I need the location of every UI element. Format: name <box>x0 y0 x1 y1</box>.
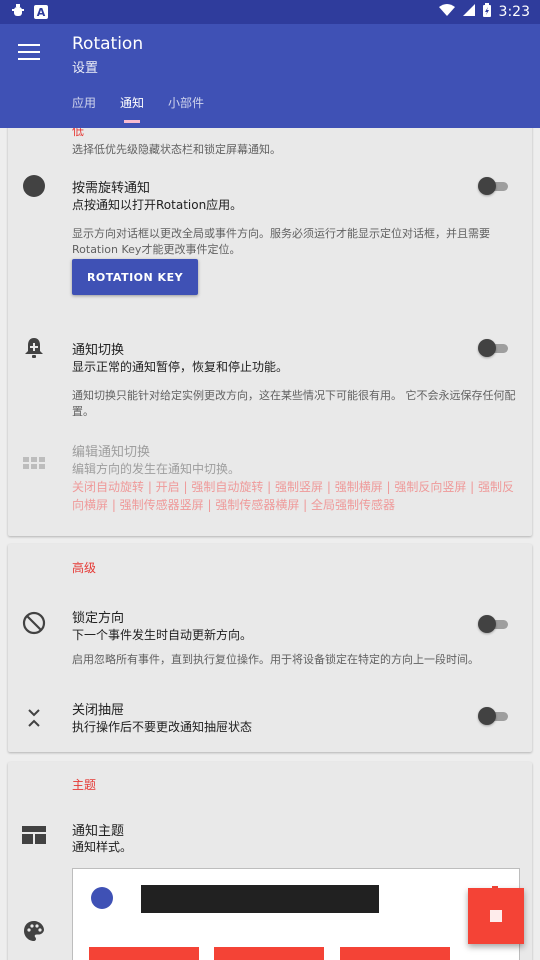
lock-orientation-desc: 启用忽略所有事件，直到执行复位操作。用于将设备锁定在特定的方向上一段时间。 <box>72 653 479 666</box>
app-title: Rotation <box>72 34 144 54</box>
section-label-low: 低 <box>72 128 85 138</box>
stop-service-button[interactable] <box>468 888 524 944</box>
tab-bar: 应用 通知 小部件 <box>72 94 204 123</box>
tab-apps[interactable]: 应用 <box>72 94 96 117</box>
notification-theme-title: 通知主题 <box>72 824 125 839</box>
theme-preview[interactable] <box>72 868 520 960</box>
rotate-notification-desc: 显示方向对话框以更改全局或事件方向。服务必须运行才能显示定位对话框，并且需要Ro… <box>72 227 490 256</box>
clock-time: 3:23 <box>498 4 530 20</box>
status-bar: A 3:23 <box>0 0 540 24</box>
palette-icon[interactable] <box>20 917 48 945</box>
preview-dot <box>91 887 113 909</box>
signal-icon <box>462 4 475 20</box>
preview-action-1 <box>89 947 199 960</box>
rotate-notification-toggle[interactable] <box>478 177 508 195</box>
notification-toggle-desc: 通知切换只能针对给定实例更改方向，这在某些情况下可能很有用。 它不会永远保存任何… <box>72 389 516 418</box>
rotate-notification-title: 按需旋转通知 <box>72 181 151 196</box>
close-drawer-toggle[interactable] <box>478 707 508 725</box>
a-box-icon: A <box>34 5 48 19</box>
preview-title-bar <box>141 885 379 913</box>
notification-theme-subtitle: 通知样式。 <box>72 840 133 854</box>
notification-toggle-switch[interactable] <box>478 339 508 357</box>
battery-icon <box>482 3 491 21</box>
rotate-notification-subtitle: 点按通知以打开Rotation应用。 <box>72 198 243 212</box>
grid-icon <box>20 452 48 480</box>
tab-notifications[interactable]: 通知 <box>120 94 144 123</box>
chevrons-icon <box>20 704 48 732</box>
edit-toggles-subtitle: 编辑方向的发生在通知中切换。 <box>72 462 241 476</box>
lock-orientation-subtitle: 下一个事件发生时自动更新方向。 <box>72 628 253 642</box>
circle-icon <box>20 172 48 200</box>
card-advanced: 高级 锁定方向 下一个事件发生时自动更新方向。 启用忽略所有事件，直到执行复位操… <box>8 544 532 752</box>
section-label-advanced: 高级 <box>72 561 97 575</box>
edit-toggles-links[interactable]: 关闭自动旋转 | 开启 | 强制自动旋转 | 强制竖屏 | 强制横屏 | 强制反… <box>72 478 522 514</box>
app-bar: Rotation 设置 应用 通知 小部件 <box>0 24 540 128</box>
stop-icon <box>490 910 502 922</box>
close-drawer-title: 关闭抽屉 <box>72 703 125 718</box>
section-desc-low: 选择低优先级隐藏状态栏和锁定屏幕通知。 <box>72 143 281 156</box>
menu-icon[interactable] <box>18 44 40 60</box>
settings-content[interactable]: 低 选择低优先级隐藏状态栏和锁定屏幕通知。 按需旋转通知 点按通知以打开Rota… <box>0 128 540 960</box>
layout-icon <box>20 821 48 849</box>
tab-widgets[interactable]: 小部件 <box>168 94 204 117</box>
bug-icon <box>10 3 26 21</box>
card-low: 低 选择低优先级隐藏状态栏和锁定屏幕通知。 按需旋转通知 点按通知以打开Rota… <box>8 128 532 536</box>
lock-orientation-title: 锁定方向 <box>72 611 125 626</box>
bell-plus-icon <box>20 334 48 362</box>
preview-action-2 <box>214 947 324 960</box>
block-icon <box>20 609 48 637</box>
close-drawer-subtitle: 执行操作后不要更改通知抽屉状态 <box>72 720 253 734</box>
wifi-icon <box>438 4 455 20</box>
lock-orientation-toggle[interactable] <box>478 615 508 633</box>
notification-toggle-title: 通知切换 <box>72 343 125 358</box>
preview-action-3 <box>340 947 450 960</box>
app-subtitle: 设置 <box>72 61 99 76</box>
section-label-theme: 主题 <box>72 778 97 792</box>
edit-toggles-title: 编辑通知切换 <box>72 445 151 460</box>
rotation-key-button[interactable]: ROTATION KEY <box>72 259 198 295</box>
card-theme: 主题 通知主题 通知样式。 <box>8 762 532 960</box>
notification-toggle-subtitle: 显示正常的通知暂停，恢复和停止功能。 <box>72 360 289 374</box>
